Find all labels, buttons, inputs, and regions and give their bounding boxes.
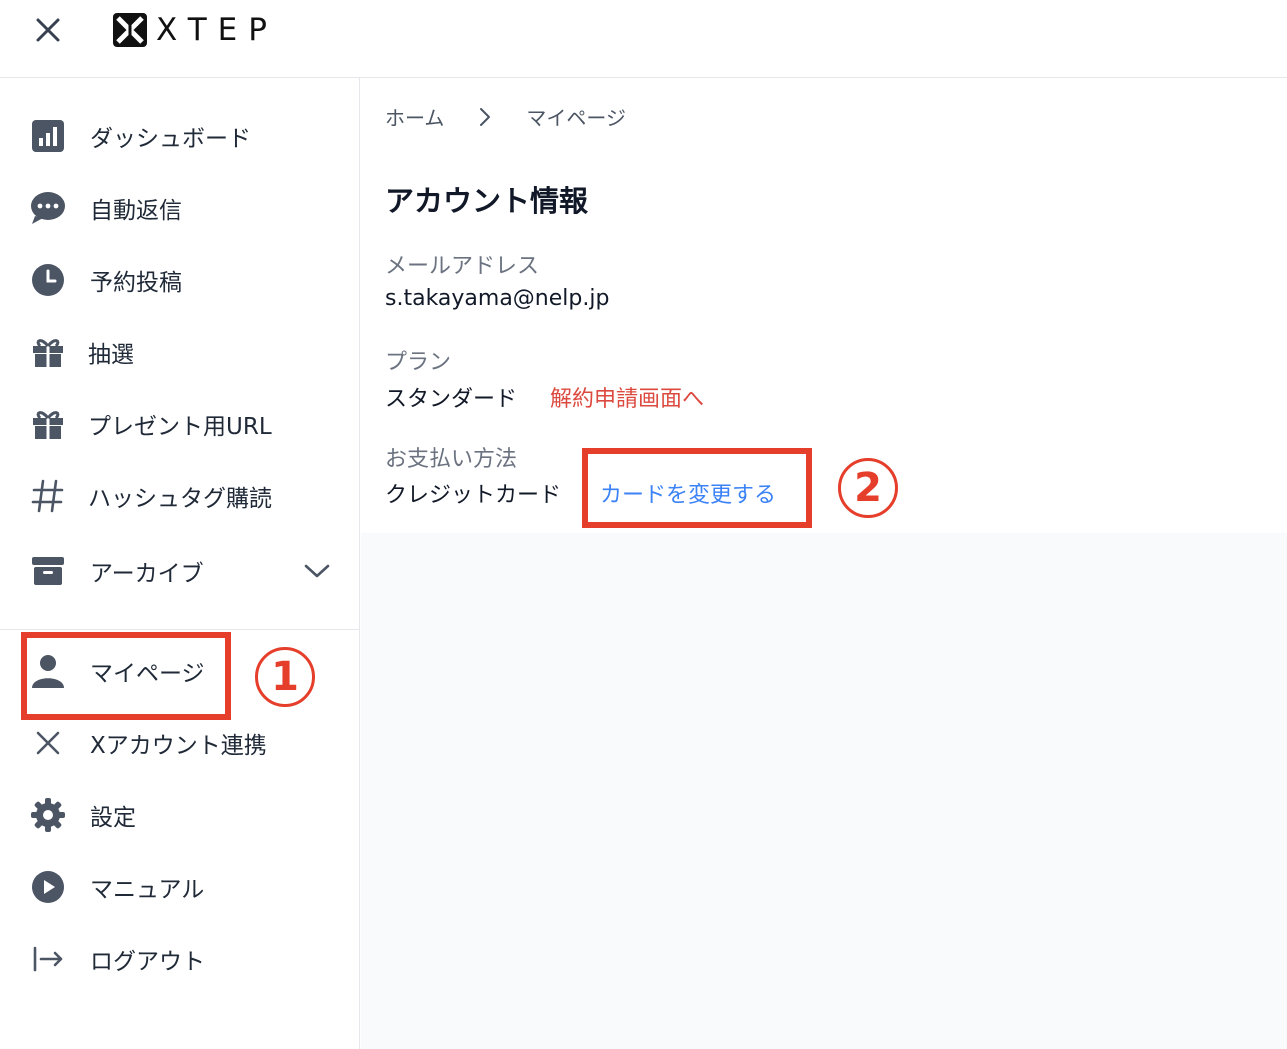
- account-panel: ホーム マイページ アカウント情報 メールアドレス s.takayama@nel…: [361, 78, 1287, 533]
- chat-bubble-icon: [28, 188, 68, 228]
- gear-icon: [28, 795, 68, 835]
- chart-bar-icon: [28, 116, 68, 156]
- sidebar-item-archive[interactable]: アーカイブ: [0, 543, 359, 599]
- payment-method-value: クレジットカード: [385, 483, 562, 508]
- sidebar-item-logout[interactable]: ログアウト: [0, 931, 359, 987]
- main-content: ホーム マイページ アカウント情報 メールアドレス s.takayama@nel…: [361, 78, 1287, 1049]
- hashtag-icon: [28, 476, 68, 516]
- sidebar-divider: [0, 629, 359, 630]
- sidebar-item-lottery[interactable]: 抽選: [0, 324, 359, 380]
- highlight-box-mypage: [21, 632, 231, 720]
- step-1-badge: 1: [255, 647, 315, 707]
- breadcrumb-home[interactable]: ホーム: [385, 102, 444, 131]
- logout-arrow-icon: [28, 939, 68, 979]
- chevron-right-icon: [478, 106, 492, 128]
- email-label: メールアドレス: [385, 254, 540, 279]
- sidebar-item-label: 予約投稿: [90, 270, 182, 296]
- sidebar-item-manual[interactable]: マニュアル: [0, 859, 359, 915]
- plan-value: スタンダード: [385, 387, 518, 412]
- x-logo-icon: [28, 723, 68, 763]
- sidebar-item-present-url[interactable]: プレゼント用URL: [0, 396, 359, 452]
- close-icon: [36, 18, 60, 42]
- step-2-badge: 2: [838, 458, 898, 518]
- page-title: アカウント情報: [385, 184, 589, 218]
- play-circle-icon: [28, 867, 68, 907]
- sidebar-item-label: ログアウト: [90, 949, 205, 975]
- sidebar-item-label: マニュアル: [90, 877, 205, 903]
- sidebar-item-label: アーカイブ: [90, 561, 204, 587]
- xtep-logo[interactable]: XTEP: [112, 10, 278, 50]
- xtep-logo-icon: [113, 13, 147, 47]
- sidebar-item-label: ハッシュタグ購読: [88, 486, 272, 512]
- sidebar-item-label: 設定: [90, 805, 136, 831]
- gift-icon: [28, 404, 68, 444]
- sidebar-item-scheduled-post[interactable]: 予約投稿: [0, 252, 359, 308]
- clock-icon: [28, 260, 68, 300]
- sidebar-item-hashtag[interactable]: ハッシュタグ購読: [0, 468, 359, 524]
- close-menu-button[interactable]: [30, 12, 66, 48]
- plan-label: プラン: [385, 350, 452, 375]
- sidebar: ダッシュボード 自動返信 予約投稿 抽選 プレゼント用URL ハッシュタグ購読: [0, 78, 360, 1049]
- sidebar-item-x-account[interactable]: Xアカウント連携: [0, 715, 359, 771]
- payment-method-label: お支払い方法: [385, 447, 518, 472]
- cancel-subscription-link[interactable]: 解約申請画面へ: [550, 381, 704, 413]
- logo-text: XTEP: [156, 12, 278, 48]
- sidebar-item-label: プレゼント用URL: [88, 414, 272, 440]
- chevron-down-icon[interactable]: [300, 554, 334, 588]
- email-value: s.takayama@nelp.jp: [385, 286, 610, 311]
- top-bar: XTEP: [0, 0, 1287, 78]
- sidebar-item-label: 抽選: [88, 342, 134, 368]
- sidebar-item-label: ダッシュボード: [90, 126, 251, 152]
- sidebar-item-label: Xアカウント連携: [90, 733, 267, 759]
- sidebar-item-label: 自動返信: [90, 198, 182, 224]
- sidebar-item-dashboard[interactable]: ダッシュボード: [0, 108, 359, 164]
- sidebar-item-settings[interactable]: 設定: [0, 787, 359, 843]
- sidebar-item-auto-reply[interactable]: 自動返信: [0, 180, 359, 236]
- archive-box-icon: [28, 551, 68, 591]
- gift-icon: [28, 332, 68, 372]
- highlight-box-change-card: [582, 448, 812, 528]
- breadcrumb-current: マイページ: [526, 106, 627, 130]
- breadcrumb: ホーム マイページ: [385, 102, 626, 131]
